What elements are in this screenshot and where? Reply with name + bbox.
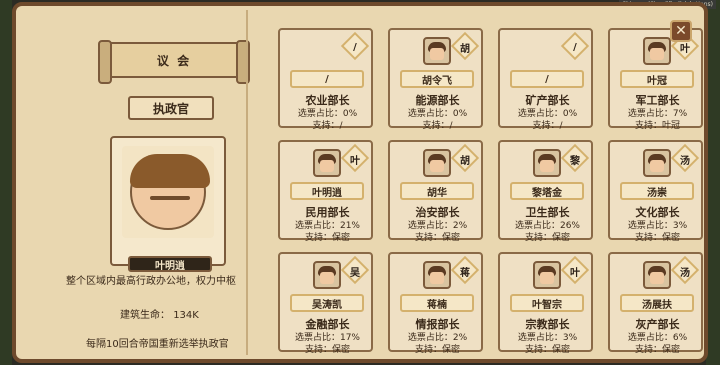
minister-card[interactable]: 黎 黎塔金 卫生部长 选票占比：26% 支持：保密 (498, 140, 593, 243)
badge-label: 吴 (350, 267, 360, 279)
parliament-title: 议 会 (156, 53, 192, 68)
minister-name: 汤崇 (620, 182, 694, 200)
minister-name: 吴涛凯 (290, 294, 364, 312)
minister-avatar (533, 261, 561, 289)
background-right (706, 0, 720, 365)
minister-support: 支持：保密 (414, 233, 460, 243)
minister-name: 蒋楠 (400, 294, 474, 312)
building-life: 建筑生命： 134K (120, 306, 240, 321)
badge-label: / (573, 41, 577, 53)
election-note: 每隔10回合帝国重新选举执政官 (86, 339, 229, 350)
badge-label: 胡 (460, 155, 470, 167)
executive-portrait (122, 146, 214, 238)
minister-support: 支持：/ (422, 121, 453, 131)
background-left (0, 0, 12, 365)
minister-card[interactable]: 汤 汤展扶 灰产部长 选票占比：6% 支持：保密 (608, 252, 703, 355)
close-icon: ✕ (675, 23, 687, 39)
executive-title: 执政官 (128, 96, 214, 120)
badge-label: 黎 (570, 155, 580, 167)
minister-support: 支持：/ (312, 121, 343, 131)
minister-avatar (643, 149, 671, 177)
minister-card[interactable]: 叶 叶明逍 民用部长 选票占比：21% 支持：保密 (278, 140, 373, 243)
executive-description: 整个区域内最高行政办公地，权力中枢 (66, 276, 236, 287)
minister-card[interactable]: / / 农业部长 选票占比：0% 支持：/ (278, 28, 373, 131)
minister-card[interactable]: 叶 叶智宗 宗教部长 选票占比：3% 支持：保密 (498, 252, 593, 355)
minister-avatar (533, 149, 561, 177)
badge-label: 胡 (460, 43, 470, 55)
badge-label: 汤 (680, 267, 690, 279)
minister-name: 叶智宗 (510, 294, 584, 312)
minister-name: 叶明逍 (290, 182, 364, 200)
minister-support: 支持：保密 (414, 345, 460, 355)
minister-avatar (313, 149, 341, 177)
minister-support: 支持：/ (532, 121, 563, 131)
minister-card[interactable]: / / 矿产部长 选票占比：0% 支持：/ (498, 28, 593, 131)
minister-support: 支持：保密 (524, 345, 570, 355)
minister-name: 胡令飞 (400, 70, 474, 88)
ministers-grid: / / 农业部长 选票占比：0% 支持：/ 胡 胡令飞 能源部长 选票占比：0%… (278, 28, 703, 355)
minister-avatar (423, 37, 451, 65)
parliament-title-scroll: 议 会 (98, 40, 250, 84)
minister-avatar (423, 261, 451, 289)
minister-avatar (313, 261, 341, 289)
building-life-value: 134K (173, 310, 199, 321)
minister-avatar (643, 37, 671, 65)
minister-support: 支持：保密 (524, 233, 570, 243)
left-panel: 议 会 执政官 叶明逍 整个区域内最高行政办公地，权力中枢 建筑生命： 134K… (24, 10, 250, 355)
minister-card[interactable]: 胡 胡令飞 能源部长 选票占比：0% 支持：/ (388, 28, 483, 131)
minister-support: 支持：保密 (304, 345, 350, 355)
badge-label: / (353, 41, 357, 53)
executive-face-icon (130, 154, 210, 230)
minister-name: 叶冠 (620, 70, 694, 88)
minister-name: 汤展扶 (620, 294, 694, 312)
minister-card[interactable]: 叶 叶冠 军工部长 选票占比：7% 支持：叶冠 (608, 28, 703, 131)
executive-portrait-card: 叶明逍 (110, 136, 226, 272)
building-life-label: 建筑生命： (120, 310, 170, 321)
ministers-panel: / / 农业部长 选票占比：0% 支持：/ 胡 胡令飞 能源部长 选票占比：0%… (246, 10, 703, 355)
minister-name: 黎塔金 (510, 182, 584, 200)
close-button[interactable]: ✕ (670, 20, 692, 42)
executive-name: 叶明逍 (128, 256, 212, 272)
minister-card[interactable]: 蒋 蒋楠 情报部长 选票占比：2% 支持：保密 (388, 252, 483, 355)
minister-avatar (423, 149, 451, 177)
badge-label: 蒋 (460, 267, 470, 279)
minister-card[interactable]: 吴 吴涛凯 金融部长 选票占比：17% 支持：保密 (278, 252, 373, 355)
badge-label: 叶 (570, 267, 580, 279)
minister-name: 胡华 (400, 182, 474, 200)
minister-name: / (290, 70, 364, 88)
badge-label: 叶 (350, 155, 360, 167)
minister-support: 支持：保密 (634, 345, 680, 355)
badge-label: 汤 (680, 155, 690, 167)
parliament-window: 议 会 执政官 叶明逍 整个区域内最高行政办公地，权力中枢 建筑生命： 134K… (12, 2, 708, 363)
minister-support: 支持：叶冠 (634, 121, 680, 131)
minister-card[interactable]: 胡 胡华 治安部长 选票占比：2% 支持：保密 (388, 140, 483, 243)
minister-support: 支持：保密 (634, 233, 680, 243)
minister-name: / (510, 70, 584, 88)
minister-avatar (643, 261, 671, 289)
minister-support: 支持：保密 (304, 233, 350, 243)
minister-card[interactable]: 汤 汤崇 文化部长 选票占比：3% 支持：保密 (608, 140, 703, 243)
